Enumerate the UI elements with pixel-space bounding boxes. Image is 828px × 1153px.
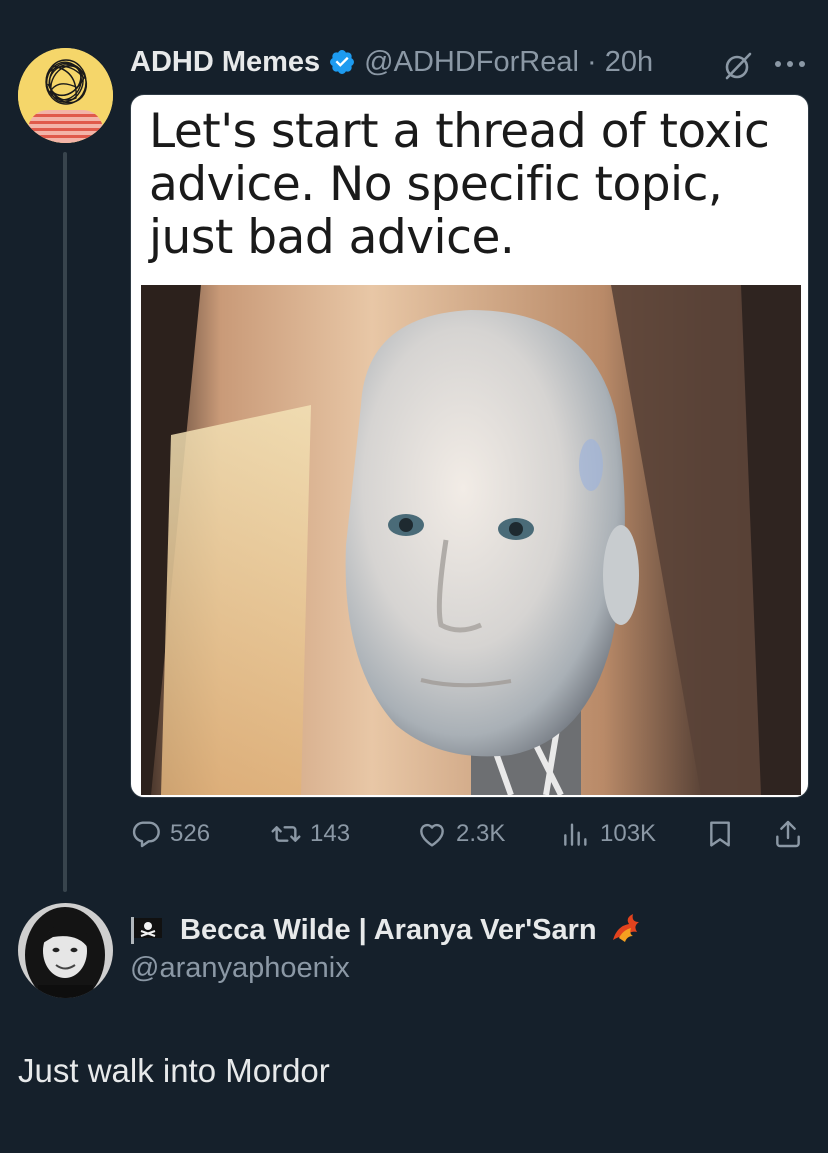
- tweet-header: ADHD Memes @ADHDForReal · 20h: [130, 44, 653, 80]
- like-button[interactable]: 2.3K: [416, 812, 505, 856]
- share-icon: [776, 820, 800, 848]
- meme-image-card[interactable]: Let's start a thread of toxic advice. No…: [130, 94, 809, 798]
- robot-face-image: [141, 285, 801, 795]
- reply-display-name[interactable]: Becca Wilde | Aranya Ver'Sarn: [180, 914, 597, 947]
- retweet-count: 143: [310, 820, 351, 847]
- like-count: 2.3K: [456, 820, 506, 847]
- views-icon: [564, 823, 587, 846]
- handle-and-time[interactable]: @ADHDForReal · 20h: [364, 46, 653, 79]
- reply-text: Just walk into Mordor: [18, 1052, 330, 1089]
- avatar-adhd-memes[interactable]: [18, 48, 113, 143]
- verified-badge-icon[interactable]: [328, 48, 356, 76]
- bookmark-button[interactable]: [704, 812, 736, 856]
- tweet-action-bar: 526 143 2.3K 103K: [130, 812, 810, 856]
- retweet-icon: [271, 826, 301, 842]
- views-button[interactable]: 103K: [560, 812, 656, 856]
- thread-line: [63, 152, 67, 892]
- pirate-flag-icon: [131, 917, 162, 944]
- reply-count: 526: [170, 820, 211, 847]
- reply-header: Becca Wilde | Aranya Ver'Sarn: [130, 910, 643, 950]
- reply-button[interactable]: 526: [130, 812, 210, 856]
- meme-caption: Let's start a thread of toxic advice. No…: [149, 104, 770, 265]
- phoenix-icon: [612, 914, 639, 942]
- views-count: 103K: [600, 820, 657, 847]
- more-icon[interactable]: [770, 56, 810, 72]
- grok-icon[interactable]: [722, 50, 754, 82]
- reply-icon: [132, 821, 160, 848]
- share-button[interactable]: [772, 812, 804, 856]
- reply-handle[interactable]: @aranyaphoenix: [130, 952, 350, 985]
- like-icon: [420, 823, 444, 847]
- retweet-button[interactable]: 143: [270, 812, 350, 856]
- bookmark-icon: [710, 821, 730, 847]
- display-name[interactable]: ADHD Memes: [130, 46, 320, 79]
- avatar-becca-wilde[interactable]: [18, 903, 113, 998]
